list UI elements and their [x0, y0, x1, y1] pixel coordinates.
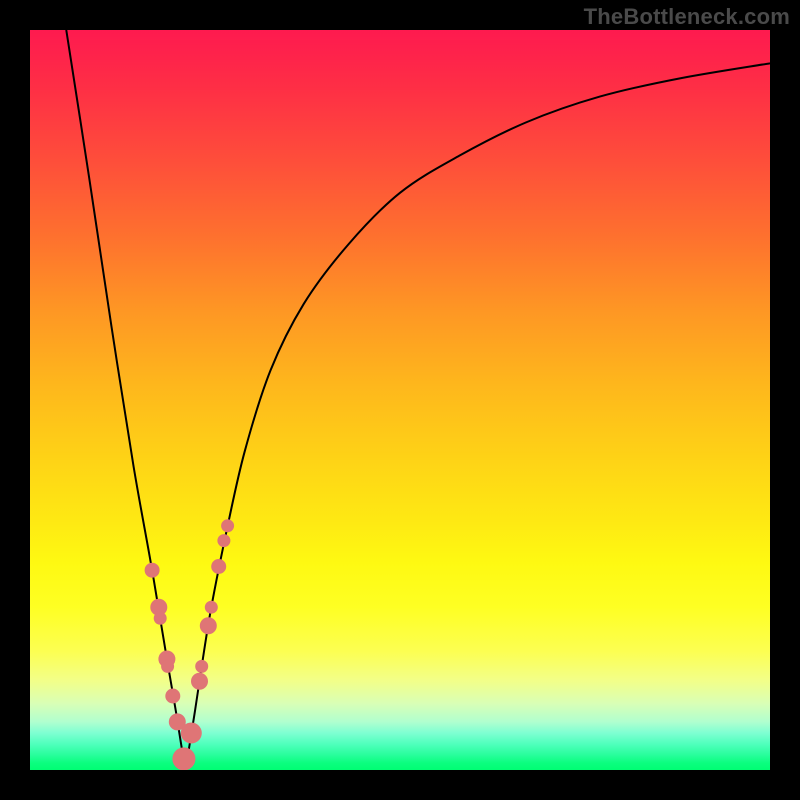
sample-point	[166, 689, 180, 703]
sample-point	[192, 673, 208, 689]
chart-svg	[30, 30, 770, 770]
sample-point	[200, 618, 216, 634]
plot-area	[30, 30, 770, 770]
sample-point	[145, 563, 159, 577]
chart-frame: TheBottleneck.com	[0, 0, 800, 800]
sample-point	[212, 560, 226, 574]
sample-point	[154, 612, 166, 624]
sample-point	[162, 660, 174, 672]
sample-point	[205, 601, 217, 613]
sample-point	[218, 535, 230, 547]
sample-point	[222, 520, 234, 532]
watermark-text: TheBottleneck.com	[584, 4, 790, 30]
sample-point	[196, 660, 208, 672]
sample-point	[181, 723, 201, 743]
sample-point	[173, 748, 195, 770]
